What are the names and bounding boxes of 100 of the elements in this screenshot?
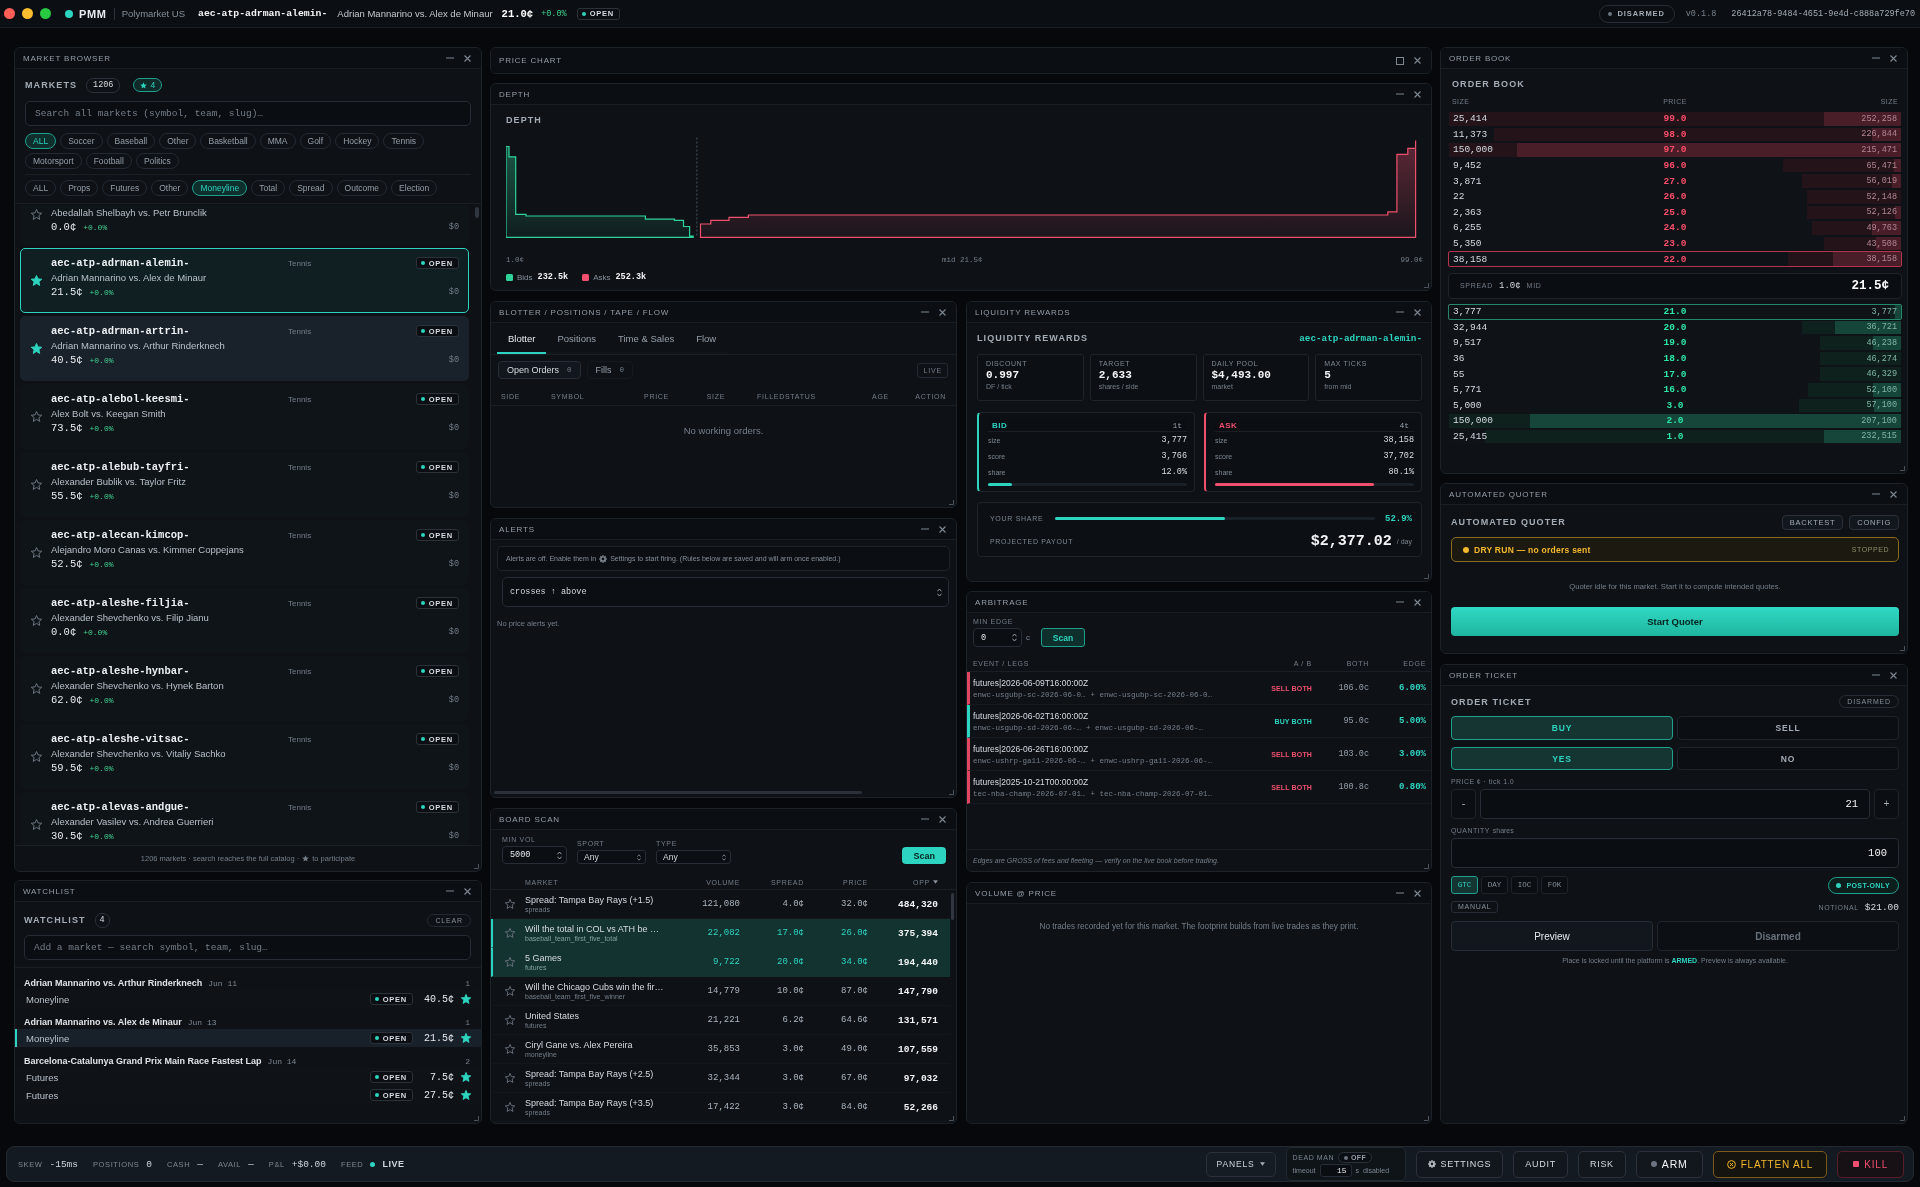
- star-icon[interactable]: [30, 479, 42, 490]
- circle-x-icon: [1726, 1159, 1736, 1169]
- close-icon[interactable]: [1414, 90, 1421, 98]
- star-icon[interactable]: [30, 275, 42, 286]
- book-row[interactable]: 38,158 22.0 38,158: [1448, 251, 1902, 267]
- filter-chip[interactable]: Total: [251, 180, 286, 196]
- close-icon[interactable]: [939, 815, 946, 823]
- action-button[interactable]: AUDIT: [1513, 1150, 1568, 1178]
- star-icon[interactable]: [30, 547, 42, 558]
- star-icon[interactable]: [505, 1073, 515, 1083]
- star-icon[interactable]: [461, 1090, 471, 1100]
- select-field[interactable]: Any: [656, 850, 731, 864]
- filter-chip[interactable]: Spread: [289, 180, 333, 196]
- panels-button[interactable]: PANELS: [1205, 1151, 1276, 1177]
- filter-chip[interactable]: Other: [159, 133, 197, 149]
- star-icon[interactable]: [30, 209, 42, 220]
- star-icon[interactable]: [505, 1015, 515, 1025]
- filter-chip[interactable]: Baseball: [106, 133, 156, 149]
- close-icon[interactable]: [464, 887, 471, 895]
- star-icon[interactable]: [30, 819, 42, 830]
- book-row[interactable]: 3,777 21.0 3,777: [1448, 303, 1902, 320]
- minimize-window-icon[interactable]: [22, 8, 33, 19]
- side-button[interactable]: SELL: [1677, 716, 1899, 740]
- filter-chip[interactable]: Election: [391, 180, 438, 196]
- close-icon[interactable]: [1414, 889, 1421, 897]
- filter-chip[interactable]: Football: [85, 153, 132, 169]
- filter-chip[interactable]: Outcome: [336, 180, 388, 196]
- star-icon[interactable]: [30, 683, 42, 694]
- add-market-field[interactable]: Add a market — search symbol, team, slug…: [24, 935, 471, 960]
- action-button[interactable]: SETTINGS: [1415, 1150, 1504, 1178]
- star-icon[interactable]: [505, 1102, 515, 1112]
- filter-chip[interactable]: Politics: [135, 153, 179, 169]
- quantity-field[interactable]: 100: [1451, 838, 1899, 868]
- scan-button[interactable]: Scan: [1041, 628, 1085, 647]
- action-button[interactable]: KILL: [1837, 1150, 1904, 1178]
- scan-button[interactable]: Scan: [902, 847, 946, 864]
- filter-chip[interactable]: Moneyline: [192, 180, 248, 196]
- start-quoter-button[interactable]: Start Quoter: [1451, 607, 1899, 636]
- zoom-window-icon[interactable]: [40, 8, 51, 19]
- close-icon[interactable]: [939, 525, 946, 533]
- close-icon[interactable]: [1890, 490, 1897, 498]
- status-dot-icon: [420, 533, 425, 537]
- book-row[interactable]: 25,414 99.0 252,258: [1448, 111, 1902, 127]
- close-icon[interactable]: [1414, 57, 1421, 64]
- book-row[interactable]: 150,000 2.0 207,100: [1448, 413, 1902, 429]
- panel-title: LIQUIDITY REWARDS: [975, 307, 1071, 317]
- book-row[interactable]: 150,000 97.0 215,471: [1448, 142, 1902, 158]
- select-field[interactable]: Any: [577, 850, 646, 864]
- price-field[interactable]: 21: [1480, 789, 1870, 819]
- action-button[interactable]: RISK: [1577, 1150, 1626, 1178]
- size-cell: 38,158: [1453, 253, 1488, 265]
- spinner-icon[interactable]: [557, 850, 562, 860]
- filter-chip[interactable]: ALL: [25, 133, 57, 149]
- star-icon[interactable]: [30, 751, 42, 762]
- star-icon[interactable]: [30, 615, 42, 626]
- both-cell: 100.8c: [1338, 782, 1369, 792]
- number-field[interactable]: 5000: [502, 846, 567, 864]
- filter-chip[interactable]: ALL: [25, 180, 57, 196]
- filter-chip[interactable]: Golf: [299, 133, 332, 149]
- filter-chip[interactable]: Motorsport: [25, 153, 82, 169]
- timeout-field[interactable]: 15: [1319, 1164, 1352, 1177]
- star-icon[interactable]: [505, 1044, 515, 1054]
- close-icon[interactable]: [1414, 598, 1421, 606]
- outcome-button[interactable]: YES: [1451, 747, 1673, 770]
- restore-icon[interactable]: [1396, 56, 1404, 65]
- filter-chip[interactable]: Basketball: [200, 133, 256, 149]
- spinner-icon[interactable]: [1012, 633, 1017, 642]
- search-field[interactable]: Search all markets (symbol, team, slug)…: [25, 101, 471, 126]
- star-icon[interactable]: [30, 411, 42, 422]
- filter-chip[interactable]: Hockey: [335, 133, 380, 149]
- rule-select[interactable]: crosses ↑ above: [502, 577, 949, 607]
- favorites-badge[interactable]: 4: [133, 78, 163, 92]
- star-icon[interactable]: [505, 957, 515, 967]
- star-icon[interactable]: [461, 994, 471, 1004]
- filter-chip[interactable]: MMA: [259, 133, 296, 149]
- star-icon[interactable]: [461, 1072, 471, 1082]
- close-icon[interactable]: [1414, 308, 1421, 316]
- decrement-button[interactable]: -: [1451, 789, 1476, 819]
- increment-button[interactable]: +: [1874, 789, 1899, 819]
- close-icon[interactable]: [1890, 671, 1897, 679]
- action-button[interactable]: FLATTEN ALL: [1712, 1150, 1828, 1178]
- close-icon[interactable]: [1890, 54, 1897, 62]
- action-button[interactable]: ARM: [1635, 1150, 1703, 1178]
- close-window-icon[interactable]: [4, 8, 15, 19]
- close-icon[interactable]: [939, 308, 946, 316]
- star-icon[interactable]: [505, 899, 515, 909]
- filter-chip[interactable]: Other: [151, 180, 189, 196]
- number-field[interactable]: 0: [973, 628, 1022, 647]
- filter-chip[interactable]: Soccer: [60, 133, 103, 149]
- outcome-button[interactable]: NO: [1677, 747, 1899, 770]
- filter-chip[interactable]: Tennis: [383, 133, 425, 149]
- preview-button[interactable]: Preview: [1451, 921, 1653, 951]
- star-icon[interactable]: [461, 1033, 471, 1043]
- filter-chip[interactable]: Props: [60, 180, 99, 196]
- side-button[interactable]: BUY: [1451, 716, 1673, 740]
- star-icon[interactable]: [30, 343, 42, 354]
- filter-chip[interactable]: Futures: [102, 180, 148, 196]
- star-icon[interactable]: [505, 986, 515, 996]
- star-icon[interactable]: [505, 928, 515, 938]
- close-icon[interactable]: [464, 54, 471, 62]
